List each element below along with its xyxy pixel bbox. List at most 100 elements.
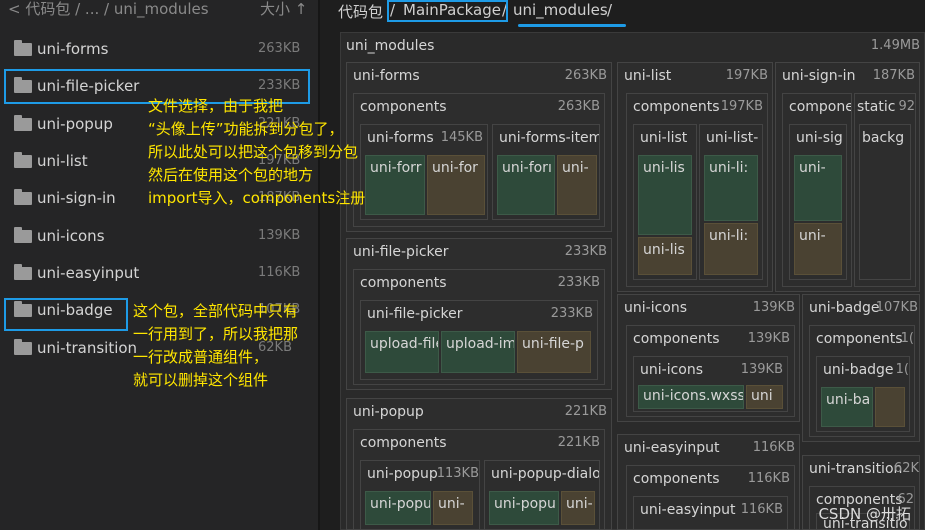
node-label: uni-forms <box>367 130 434 146</box>
node-label: uni-badge <box>823 362 894 378</box>
treemap-node-uni-easyinput-sub[interactable]: uni-easyinput 116KB <box>633 496 788 529</box>
treemap-node-components[interactable]: components 116KB uni-easyinput 116KB <box>626 465 795 529</box>
sidebar-item-uni-easyinput[interactable]: uni-easyinput 116KB <box>0 255 318 292</box>
file-leaf[interactable]: uni-forı <box>497 155 555 215</box>
breadcrumb-root[interactable]: 代码包 <box>338 1 383 23</box>
treemap-node-uni-forms-sub[interactable]: uni-forms 145KB uni-forr uni-for <box>360 124 488 220</box>
treemap-node-uni-sign-in-sub[interactable]: uni-sig uni- uni- <box>789 124 847 280</box>
treemap-node-components[interactable]: components 1( uni-badge 1( uni-ba <box>809 325 915 437</box>
sidebar-item-uni-forms[interactable]: uni-forms 263KB <box>0 31 318 68</box>
folder-name: uni-list <box>37 152 88 170</box>
treemap-node-uni-badge[interactable]: uni-badge 107KB components 1( uni-badge … <box>802 294 920 442</box>
treemap-node-background[interactable]: backg <box>859 124 911 280</box>
annotation-line: 就可以删掉这个组件 <box>133 371 269 389</box>
leaf-label: uni-popu <box>370 496 431 512</box>
file-leaf[interactable]: uni <box>746 385 783 409</box>
leaf-label: uni-lis <box>643 242 685 258</box>
file-leaf[interactable]: upload-im <box>441 331 515 373</box>
treemap-root-size: 1.49MB <box>870 38 920 53</box>
size-sort-header[interactable]: 大小 ↑ <box>260 0 307 19</box>
folder-name: uni-popup <box>37 115 113 133</box>
treemap-node-components[interactable]: components 233KB uni-file-picker 233KB u… <box>353 269 605 385</box>
leaf-label: uni- <box>799 228 826 244</box>
treemap-node-components[interactable]: compone uni-sig uni- uni- <box>782 93 852 287</box>
treemap-node-uni-forms[interactable]: uni-forms 263KB components 263KB uni-for… <box>346 62 612 232</box>
highlight-badge <box>4 298 128 331</box>
treemap-node-uni-list-sub[interactable]: uni-list uni-lis uni-lis <box>633 124 697 280</box>
annotation-line: 文件选择，由于我把 <box>148 97 284 115</box>
node-label: uni-icons <box>640 362 704 378</box>
file-leaf[interactable]: uni-lis <box>638 237 692 275</box>
node-label: components <box>360 435 447 451</box>
treemap-node-uni-popup[interactable]: uni-popup 221KB components 221KB uni-pop… <box>346 398 612 530</box>
treemap-node-components[interactable]: components 221KB uni-popup 113KB uni-pop… <box>353 429 605 529</box>
sidebar-breadcrumb[interactable]: < 代码包 / ... / uni_modules <box>8 0 209 19</box>
leaf-label: uni-li: <box>709 228 749 244</box>
node-size: 187KB <box>872 68 915 83</box>
file-sidebar: < 代码包 / ... / uni_modules 大小 ↑ uni-forms… <box>0 0 318 530</box>
file-leaf[interactable]: upload-file <box>365 331 439 373</box>
file-leaf[interactable]: uni-for <box>427 155 485 215</box>
file-leaf[interactable]: uni-popu <box>365 491 431 525</box>
folder-size: 139KB <box>258 228 301 243</box>
annotation-line: 然后在使用这个包的地方 <box>148 166 314 184</box>
folder-icon <box>14 115 32 131</box>
treemap-node-uni-sign-in[interactable]: uni-sign-in 187KB compone uni-sig uni- u… <box>775 62 920 292</box>
treemap-node-uni-icons-sub[interactable]: uni-icons 139KB uni-icons.wxss uni <box>633 356 788 412</box>
leaf-label: uni-ba <box>826 392 871 408</box>
treemap-node-uni-popup-sub[interactable]: uni-popup 113KB uni-popu uni- <box>360 460 480 529</box>
node-size: 263KB <box>564 68 607 83</box>
node-size: 263KB <box>557 99 600 114</box>
file-leaf[interactable]: uni- <box>557 155 597 215</box>
node-label: uni-file-picker <box>353 244 449 260</box>
file-leaf[interactable]: uni- <box>794 223 842 275</box>
treemap-node-uni-forms-item[interactable]: uni-forms-item uni-forı uni- <box>492 124 600 220</box>
node-size: 233KB <box>564 244 607 259</box>
treemap-node-components[interactable]: components 263KB uni-forms 145KB uni-for… <box>353 93 605 227</box>
node-label: uni-sign-in <box>782 68 856 84</box>
treemap-node-uni-popup-dialog[interactable]: uni-popup-dialo uni-popu uni- <box>484 460 600 529</box>
node-label: uni-transition <box>809 461 903 477</box>
treemap-node-components[interactable]: components 197KB uni-list uni-lis uni-li… <box>626 93 768 287</box>
file-leaf[interactable]: uni-popu <box>489 491 559 525</box>
annotation-line: 这个包，全部代码中只有 <box>133 302 299 320</box>
node-label: components <box>360 99 447 115</box>
file-leaf[interactable]: uni-forr <box>365 155 425 215</box>
sidebar-item-uni-icons[interactable]: uni-icons 139KB <box>0 218 318 255</box>
file-leaf[interactable]: uni-icons.wxss <box>638 385 744 409</box>
file-leaf[interactable]: uni- <box>561 491 595 525</box>
leaf-label: uni- <box>566 496 593 512</box>
treemap-node-static[interactable]: static 92 backg <box>854 93 916 287</box>
treemap-node-uni-icons[interactable]: uni-icons 139KB components 139KB uni-ico… <box>617 294 800 422</box>
file-leaf[interactable]: uni- <box>433 491 473 525</box>
node-label: components <box>633 331 720 347</box>
node-label: components <box>816 331 903 347</box>
file-leaf[interactable]: uni-lis <box>638 155 692 235</box>
folder-name: uni-icons <box>37 227 105 245</box>
treemap-node-uni-easyinput[interactable]: uni-easyinput 116KB components 116KB uni… <box>617 434 800 530</box>
treemap-node-uni-list-item[interactable]: uni-list- uni-li: uni-li: <box>699 124 763 280</box>
file-leaf[interactable]: uni-li: <box>704 155 758 221</box>
folder-icon <box>14 264 32 280</box>
file-leaf[interactable] <box>875 387 905 427</box>
treemap-node-uni-badge-sub[interactable]: uni-badge 1( uni-ba <box>816 356 910 432</box>
treemap-node-uni-list[interactable]: uni-list 197KB components 197KB uni-list… <box>617 62 773 292</box>
leaf-label: uni-icons.wxss <box>643 388 744 404</box>
leaf-label: upload-im <box>446 336 515 352</box>
treemap-node-uni-file-picker[interactable]: uni-file-picker 233KB components 233KB u… <box>346 238 612 390</box>
annotation-line: “头像上传”功能拆到分包了， <box>148 120 344 138</box>
active-breadcrumb-underline <box>518 24 626 27</box>
file-leaf[interactable]: uni-ba <box>821 387 873 427</box>
node-label: compone <box>789 99 852 115</box>
node-size: 116KB <box>740 502 783 517</box>
file-leaf[interactable]: uni- <box>794 155 842 221</box>
treemap-node-uni-file-picker-sub[interactable]: uni-file-picker 233KB upload-file upload… <box>360 300 598 380</box>
watermark: CSDN @卅拓 <box>818 505 911 523</box>
folder-icon <box>14 152 32 168</box>
treemap-node-components[interactable]: components 139KB uni-icons 139KB uni-ico… <box>626 325 795 417</box>
folder-name: uni-sign-in <box>37 189 116 207</box>
breadcrumb-uni-modules[interactable]: uni_modules <box>513 1 608 23</box>
file-leaf[interactable]: uni-li: <box>704 223 758 275</box>
file-leaf[interactable]: uni-file-p <box>517 331 591 373</box>
leaf-label: uni-for <box>432 160 478 176</box>
